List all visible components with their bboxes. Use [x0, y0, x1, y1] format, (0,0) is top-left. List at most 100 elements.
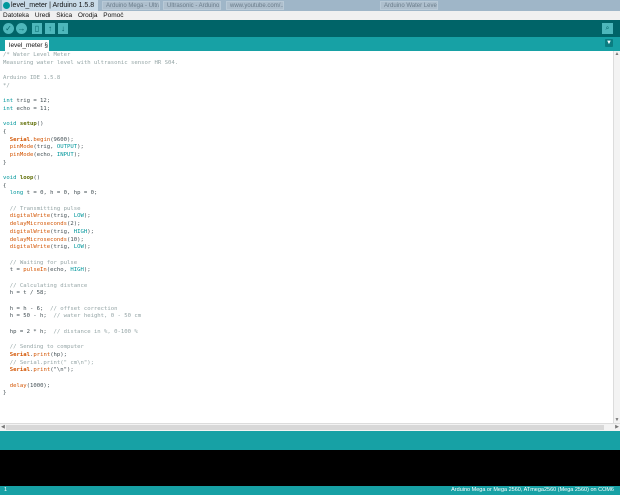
code-line[interactable]: int echo = 11;	[3, 106, 603, 114]
code-token: /* Water Level Meter	[3, 52, 71, 58]
code-token: );	[83, 267, 91, 274]
code-token: (trig,	[33, 144, 57, 151]
code-token: (echo,	[46, 267, 71, 274]
tab-bar: level_meter § ▼	[0, 37, 620, 51]
code-line[interactable]	[3, 167, 603, 175]
code-line[interactable]: // Transmitting pulse	[3, 206, 603, 214]
code-token: h = 50 - h;	[3, 313, 54, 320]
code-line[interactable]: digitalWrite(trig, LOW);	[3, 213, 603, 221]
vertical-scrollbar[interactable]: ▲ ▼	[613, 51, 620, 423]
code-line[interactable]: {	[3, 129, 603, 137]
code-line[interactable]: h = 50 - h; // water height, 0 - 50 cm	[3, 313, 603, 321]
code-line[interactable]: digitalWrite(trig, HIGH);	[3, 229, 603, 237]
menu-file[interactable]: Datoteka	[3, 12, 29, 19]
scroll-left-icon[interactable]: ◀	[1, 424, 5, 431]
code-line[interactable]: delayMicroseconds(10);	[3, 237, 603, 245]
code-line[interactable]: // Sending to computer	[3, 344, 603, 352]
background-window-tab[interactable]: Arduino Mega - Ultrasonic...	[102, 1, 160, 10]
code-line[interactable]: */	[3, 83, 603, 91]
menu-tools[interactable]: Orodja	[78, 12, 98, 19]
tab-menu-button[interactable]: ▼	[605, 39, 613, 47]
code-line[interactable]	[3, 321, 603, 329]
code-line[interactable]: {	[3, 183, 603, 191]
console-output[interactable]	[0, 450, 620, 486]
status-bar	[0, 431, 620, 450]
code-line[interactable]: Serial.begin(9600);	[3, 137, 603, 145]
code-line[interactable]: long t = 0, h = 0, hp = 0;	[3, 190, 603, 198]
code-line[interactable]: Measuring water level with ultrasonic se…	[3, 60, 603, 68]
code-line[interactable]: digitalWrite(trig, LOW);	[3, 244, 603, 252]
code-token: HIGH	[73, 228, 88, 235]
code-line[interactable]: t = pulseIn(echo, HIGH);	[3, 267, 603, 275]
code-line[interactable]: pinMode(trig, OUTPUT);	[3, 144, 603, 152]
verify-button[interactable]: ✓	[3, 23, 14, 34]
background-window-tab[interactable]: Ultrasonic - Arduino...	[163, 1, 221, 10]
code-line[interactable]: Serial.print("\n");	[3, 367, 603, 375]
upload-button[interactable]: →	[16, 23, 27, 34]
background-window-tab[interactable]: www.youtube.com/...	[226, 1, 284, 10]
code-token: trig = 12;	[13, 98, 51, 105]
code-line[interactable]	[3, 114, 603, 122]
menu-help[interactable]: Pomoč	[103, 12, 123, 19]
code-line[interactable]	[3, 375, 603, 383]
code-line[interactable]	[3, 275, 603, 283]
code-editor[interactable]: /* Water Level Meter Measuring water leve…	[0, 51, 620, 423]
code-line[interactable]: delay(1000);	[3, 383, 603, 391]
code-line[interactable]: pinMode(echo, INPUT);	[3, 152, 603, 160]
code-line[interactable]: // Calculating distance	[3, 283, 603, 291]
code-line[interactable]: void loop()	[3, 175, 603, 183]
code-line[interactable]: Arduino IDE 1.5.8	[3, 75, 603, 83]
code-line[interactable]	[3, 90, 603, 98]
tab-level-meter[interactable]: level_meter §	[5, 40, 49, 51]
new-button[interactable]: ▯	[32, 23, 42, 34]
code-line[interactable]: h = h - 6; // offset correction	[3, 306, 603, 314]
code-line[interactable]	[3, 198, 603, 206]
code-line[interactable]: int trig = 12;	[3, 98, 603, 106]
code-token: setup	[19, 121, 37, 128]
code-line[interactable]	[3, 336, 603, 344]
menu-sketch[interactable]: Skica	[56, 12, 72, 19]
code-token: ()	[33, 175, 41, 181]
code-token: h = h - 6;	[3, 305, 51, 312]
code-token: int	[3, 98, 14, 105]
code-area[interactable]: /* Water Level Meter Measuring water leve…	[3, 52, 603, 398]
code-line[interactable]: Serial.print(hp);	[3, 352, 603, 360]
save-button[interactable]: ↓	[58, 23, 68, 34]
code-token: LOW	[73, 244, 84, 251]
code-token: // Sending to computer	[9, 344, 84, 351]
code-token: Serial	[9, 351, 30, 358]
code-token: digitalWrite	[9, 228, 51, 235]
code-line[interactable]: // Serial.print(" cm\n");	[3, 360, 603, 368]
scrollbar-thumb[interactable]	[6, 425, 604, 430]
code-line[interactable]	[3, 67, 603, 75]
code-token: (trig,	[50, 213, 74, 220]
code-line[interactable]	[3, 252, 603, 260]
code-line[interactable]: // Waiting for pulse	[3, 260, 603, 268]
serial-monitor-button[interactable]: ⌕	[602, 23, 613, 34]
code-token: void	[3, 175, 17, 181]
code-token: print	[33, 367, 51, 374]
menu-edit[interactable]: Uredi	[35, 12, 51, 19]
code-token: );	[83, 244, 91, 251]
background-window-tab[interactable]: Arduino Water Level...	[380, 1, 438, 10]
code-token: // Transmitting pulse	[9, 205, 81, 212]
code-line[interactable]: /* Water Level Meter	[3, 52, 603, 60]
code-line[interactable]	[3, 298, 603, 306]
scroll-up-icon[interactable]: ▲	[614, 51, 620, 57]
code-line[interactable]: void setup()	[3, 121, 603, 129]
open-button[interactable]: ↑	[45, 23, 55, 34]
code-line[interactable]: delayMicroseconds(2);	[3, 221, 603, 229]
code-line[interactable]: }	[3, 160, 603, 168]
scroll-right-icon[interactable]: ▶	[615, 424, 619, 431]
code-token: Serial	[9, 136, 30, 143]
code-line[interactable]: h = t / 58;	[3, 290, 603, 298]
horizontal-scrollbar[interactable]: ◀ ▶	[0, 423, 620, 431]
active-window-tab[interactable]: level_meter | Arduino 1.5.8	[2, 0, 98, 11]
code-line[interactable]: }	[3, 390, 603, 398]
code-token: // Serial.print(" cm\n");	[9, 359, 94, 366]
code-line[interactable]: hp = 2 * h; // distance in %, 0-100 %	[3, 329, 603, 337]
